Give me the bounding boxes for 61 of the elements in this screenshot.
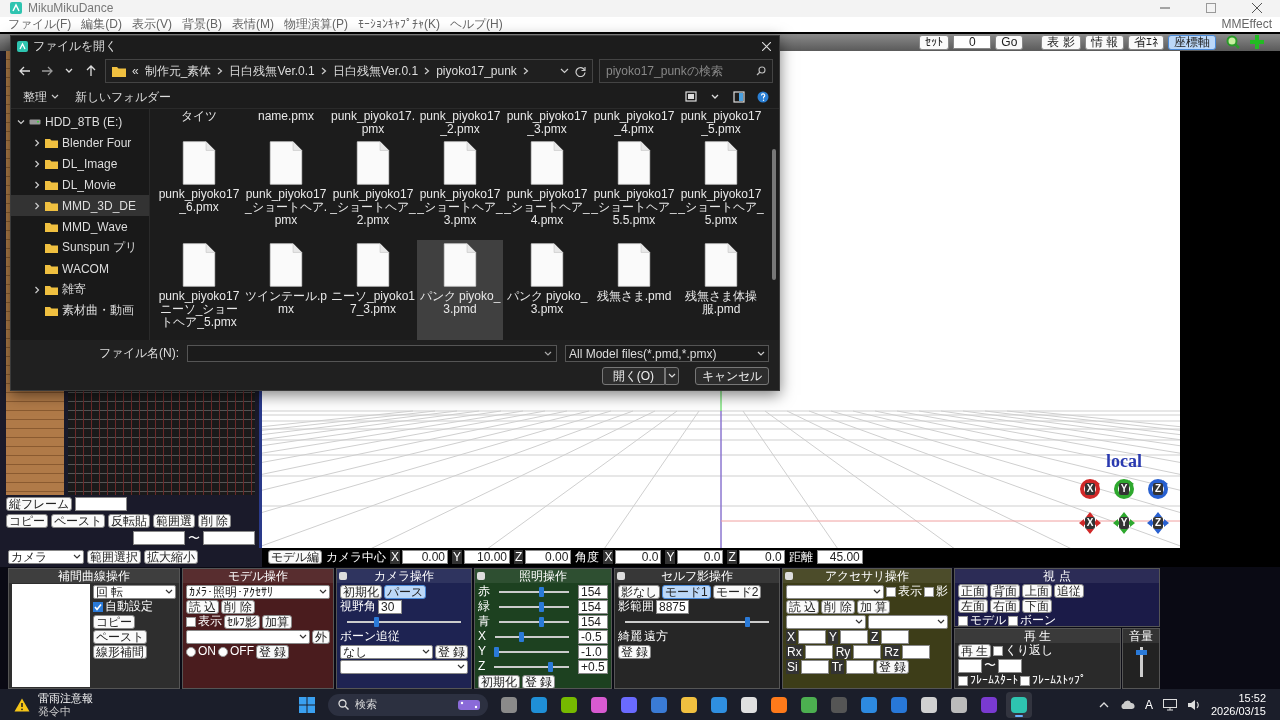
panel-title: カメラ操作	[374, 569, 434, 583]
label: 視野角	[340, 600, 376, 613]
panel-title: 音量	[1129, 629, 1153, 643]
label: 角度	[575, 550, 600, 564]
panel-title: 視 点	[1043, 569, 1071, 583]
field-label: Rx	[786, 644, 803, 659]
field-label: Z	[727, 550, 737, 565]
field-label: Si	[786, 659, 799, 674]
checkbox-label: 表示	[198, 615, 222, 628]
checkbox-label: くり返し	[1005, 644, 1054, 657]
field-label: X	[603, 550, 614, 565]
checkbox-label: ボーン	[1020, 614, 1056, 626]
axis-label: Y	[1119, 482, 1129, 495]
panel-title: 再 生	[1023, 629, 1052, 643]
checkbox-label: 自動設定	[105, 600, 153, 613]
axis-label: X	[1085, 482, 1095, 495]
slider-label: 緑	[478, 600, 490, 613]
field-label: Tr	[830, 659, 844, 674]
axis-label: X	[1085, 516, 1095, 529]
label: カメラ中心	[326, 550, 386, 564]
field-label: Ry	[834, 644, 852, 659]
field-label: ファイル名(N):	[99, 345, 179, 362]
label: ボーン追従	[340, 630, 400, 643]
panel-title: 照明操作	[519, 569, 567, 583]
mode-label: local	[1106, 450, 1142, 472]
axis-label: Z	[1153, 482, 1163, 495]
label: 遠方	[644, 630, 668, 643]
slider-label: 青	[478, 615, 490, 628]
field-label: Z	[870, 629, 880, 644]
panel-title: セルフ影操作	[661, 569, 733, 583]
label: 距離	[788, 550, 813, 564]
slider-label: X	[478, 630, 486, 643]
radio-label: ON	[198, 645, 216, 658]
slider-label: Z	[478, 660, 486, 673]
field-label: Y	[665, 550, 676, 565]
axis-label: Y	[1119, 516, 1129, 529]
field-label: Y	[828, 629, 839, 644]
field-label: Z	[514, 550, 524, 565]
radio-label: OFF	[230, 645, 254, 658]
field-label: X	[390, 550, 400, 565]
dialog-title: ファイルを開く	[33, 37, 118, 55]
label: 綺麗	[618, 630, 642, 643]
slider-label: Y	[478, 645, 486, 658]
label: 〜	[984, 659, 996, 672]
label: 影範囲	[618, 600, 654, 613]
checkbox-label: ﾌﾚｰﾑｽﾄｯﾌﾟ	[1032, 674, 1086, 687]
panel-title: アクセサリ操作	[825, 569, 909, 583]
field-label: X	[786, 629, 796, 644]
field-label: Rz	[883, 644, 900, 659]
checkbox-label: 影	[936, 585, 948, 598]
field-label: Y	[452, 550, 463, 565]
window-title: MikuMikuDance	[28, 1, 115, 16]
panel-title: モデル操作	[228, 569, 288, 583]
checkbox-label: ﾌﾚｰﾑｽﾀｰﾄ	[970, 674, 1018, 687]
label: 〜	[188, 531, 200, 545]
checkbox-label: 表示	[898, 585, 922, 598]
axis-label: Z	[1153, 516, 1163, 529]
checkbox-label: モデル	[970, 614, 1006, 626]
slider-label: 赤	[478, 585, 490, 598]
panel-title: 補間曲線操作	[58, 569, 130, 583]
weather-status: 発令中	[38, 704, 72, 718]
